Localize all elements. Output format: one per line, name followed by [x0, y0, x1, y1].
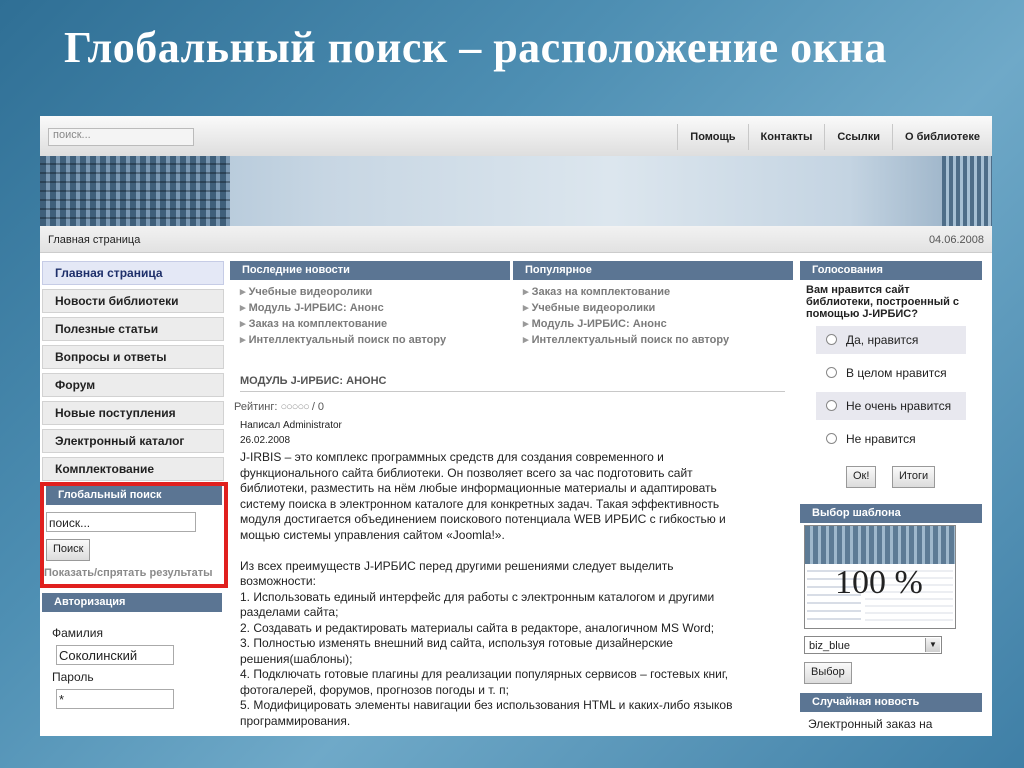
article-line: библиотеки, разместить на нём любые инфо…: [240, 481, 717, 495]
article-line: функционального сайта библиотеки. Он поз…: [240, 465, 693, 480]
top-bar: поиск... Помощь Контакты Ссылки О библио…: [40, 116, 992, 157]
article-line: 4. Подключать готовые плагины для реализ…: [240, 667, 729, 681]
zoom-label: 100 %: [835, 564, 923, 601]
latest-news-item[interactable]: Интеллектуальный поиск по автору: [240, 332, 510, 348]
template-select-button[interactable]: Выбор: [804, 662, 852, 684]
menu-item-new-arrivals[interactable]: Новые поступления: [42, 401, 224, 425]
building-image-left: [40, 156, 230, 226]
breadcrumb[interactable]: Главная страница: [48, 234, 140, 246]
random-news-text[interactable]: Электронный заказ на: [808, 717, 932, 731]
article-date: 26.02.2008: [240, 435, 291, 446]
article-line: систему поиска в электронном каталоге дл…: [240, 496, 720, 511]
nav-about[interactable]: О библиотеке: [891, 124, 992, 150]
latest-news-header: Последние новости: [230, 261, 510, 280]
popular-item[interactable]: Учебные видеоролики: [523, 300, 793, 316]
radio-icon[interactable]: [826, 433, 837, 444]
popular-item[interactable]: Модуль J-ИРБИС: Анонс: [523, 316, 793, 332]
nav-links[interactable]: Ссылки: [824, 124, 892, 150]
latest-news-box: Последние новости Учебные видеоролики Мо…: [230, 261, 510, 356]
header-banner: [40, 156, 992, 226]
main-menu: Главная страница Новости библиотеки Поле…: [40, 261, 228, 485]
top-nav: Помощь Контакты Ссылки О библиотеке: [677, 124, 992, 150]
popular-box: Популярное Заказ на комплектование Учебн…: [513, 261, 793, 356]
rating-stars-icon[interactable]: ○○○○○: [281, 401, 310, 413]
surname-label: Фамилия: [52, 626, 103, 640]
nav-help[interactable]: Помощь: [677, 124, 747, 150]
article-line: 3. Полностью изменять внешний вид сайта,…: [240, 636, 673, 650]
template-select[interactable]: biz_blue ▼: [804, 636, 942, 654]
article-line: мощью системы управления сайтом «Joomla!…: [240, 527, 505, 542]
article-rating: Рейтинг: ○○○○○ / 0: [234, 401, 324, 413]
article-line: возможности:: [240, 574, 316, 588]
password-field[interactable]: *: [56, 689, 174, 709]
highlight-frame: [40, 482, 228, 588]
random-news-header: Случайная новость: [800, 693, 982, 712]
template-select-value: biz_blue: [809, 640, 850, 652]
menu-item-catalog[interactable]: Электронный каталог: [42, 429, 224, 453]
top-search-input[interactable]: поиск...: [48, 128, 194, 146]
popular-item[interactable]: Заказ на комплектование: [523, 284, 793, 300]
latest-news-item[interactable]: Модуль J-ИРБИС: Анонс: [240, 300, 510, 316]
poll-option-label: Не очень нравится: [846, 399, 952, 413]
poll-question: Вам нравится сайт библиотеки, построенны…: [806, 284, 960, 320]
article-line: фотогалерей, форумов, прогнозов погоды и…: [240, 682, 509, 697]
poll-option[interactable]: Не нравится: [816, 425, 966, 453]
menu-item-faq[interactable]: Вопросы и ответы: [42, 345, 224, 369]
article-line: [240, 543, 785, 559]
menu-item-news[interactable]: Новости библиотеки: [42, 289, 224, 313]
article-line: программирования.: [240, 713, 351, 728]
auth-header: Авторизация: [42, 593, 222, 612]
radio-icon[interactable]: [826, 334, 837, 345]
article-line: 1. Использовать единый интерфейс для раб…: [240, 589, 715, 604]
menu-item-articles[interactable]: Полезные статьи: [42, 317, 224, 341]
radio-icon[interactable]: [826, 400, 837, 411]
rating-label: Рейтинг:: [234, 401, 278, 413]
poll-header: Голосования: [800, 261, 982, 280]
current-date: 04.06.2008: [928, 234, 984, 246]
popular-header: Популярное: [513, 261, 793, 280]
chevron-down-icon[interactable]: ▼: [925, 638, 940, 652]
password-label: Пароль: [52, 670, 94, 684]
article-line: решения(шаблоны);: [240, 651, 353, 666]
auth-panel: Авторизация Фамилия Соколинский Пароль *: [40, 593, 228, 736]
template-preview-banner: [805, 526, 955, 564]
slide-title: Глобальный поиск – расположение окна: [64, 23, 887, 72]
popular-item[interactable]: Интеллектуальный поиск по автору: [523, 332, 793, 348]
right-column: Голосования Вам нравится сайт библиотеки…: [800, 261, 982, 731]
browser-screenshot: поиск... Помощь Контакты Ссылки О библио…: [40, 116, 992, 736]
article-line: 5. Модифицировать элементы навигации без…: [240, 698, 733, 712]
article-line: 2. Создавать и редактировать материалы с…: [240, 620, 715, 635]
template-header: Выбор шаблона: [800, 504, 982, 523]
breadcrumb-bar: Главная страница 04.06.2008: [40, 226, 992, 253]
article-line: Из всех преимуществ J-ИРБИС перед другим…: [240, 558, 674, 573]
article-line: модуля достигается объединением поисково…: [240, 512, 726, 526]
menu-item-forum[interactable]: Форум: [42, 373, 224, 397]
surname-field[interactable]: Соколинский: [56, 645, 174, 665]
poll-ok-button[interactable]: Ок!: [846, 466, 877, 488]
poll-results-button[interactable]: Итоги: [892, 466, 936, 488]
article-author: Написал Administrator: [240, 420, 342, 431]
latest-news-item[interactable]: Заказ на комплектование: [240, 316, 510, 332]
article-line: J-IRBIS – это комплекс программных средс…: [240, 450, 664, 464]
poll-option-label: Да, нравится: [846, 333, 919, 347]
nav-contacts[interactable]: Контакты: [747, 124, 825, 150]
rating-value: / 0: [311, 401, 325, 413]
article-line: разделами сайта;: [240, 605, 339, 619]
poll-option[interactable]: Да, нравится: [816, 326, 966, 354]
radio-icon[interactable]: [826, 367, 837, 378]
menu-item-home[interactable]: Главная страница: [42, 261, 224, 285]
latest-news-item[interactable]: Учебные видеоролики: [240, 284, 510, 300]
building-image-right: [942, 156, 992, 226]
article-body: J-IRBIS – это комплекс программных средс…: [240, 450, 785, 729]
menu-item-acquisition[interactable]: Комплектование: [42, 457, 224, 481]
article-divider: [240, 391, 785, 392]
template-preview: 100 %: [804, 525, 956, 629]
poll-option[interactable]: В целом нравится: [816, 359, 966, 387]
poll-option[interactable]: Не очень нравится: [816, 392, 966, 420]
article-title[interactable]: МОДУЛЬ J-ИРБИС: АНОНС: [240, 375, 386, 387]
poll-option-label: В целом нравится: [846, 366, 947, 380]
poll-option-label: Не нравится: [846, 432, 916, 446]
